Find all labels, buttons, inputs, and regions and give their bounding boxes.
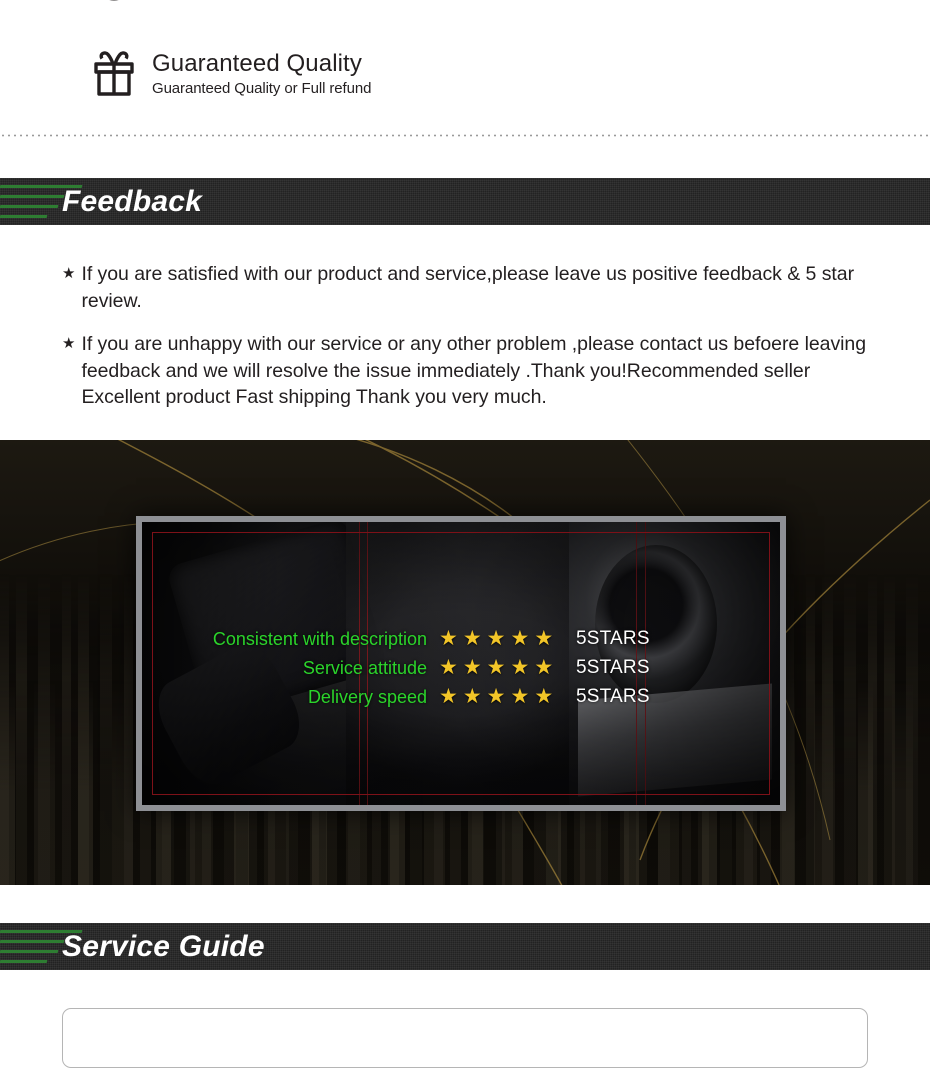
rating-value: 5STARS — [576, 628, 650, 649]
rating-list: Consistent with description ★ ★ ★ ★ ★ 5STARS… — [142, 627, 780, 714]
star-bullet-icon: ★ — [62, 265, 76, 282]
service-guide-heading: Service Guide — [62, 930, 265, 963]
rating-row: Delivery speed ★ ★ ★ ★ ★ 5STARS — [142, 685, 780, 709]
feedback-item-text: If you are satisfied with our product an… — [81, 263, 855, 312]
service-guide-box — [62, 1008, 868, 1068]
service-guide-section-header: Service Guide — [0, 923, 930, 970]
rating-label: Delivery speed — [307, 687, 427, 707]
rating-row: Service attitude ★ ★ ★ ★ ★ 5STARS — [142, 656, 780, 680]
service-guide-body — [0, 970, 930, 1068]
dotted-divider — [0, 134, 930, 137]
rating-stars-icon: ★ ★ ★ ★ ★ — [439, 656, 554, 679]
gift-box-icon — [88, 48, 140, 104]
feedback-section-header: Feedback — [0, 178, 930, 225]
photo-frame-inner: Consistent with description ★ ★ ★ ★ ★ 5STARS… — [142, 522, 780, 805]
rating-value: 5STARS — [576, 686, 650, 707]
rating-banner: Consistent with description ★ ★ ★ ★ ★ 5STARS… — [0, 440, 930, 885]
service-icons-block: Return any product,only those in perfect… — [0, 0, 930, 135]
service-item-quality: Guaranteed Quality Guaranteed Quality or… — [88, 48, 371, 104]
feedback-body: ★ If you are satisfied with our product … — [0, 225, 930, 440]
feedback-heading: Feedback — [62, 185, 202, 218]
star-bullet-icon: ★ — [62, 335, 76, 352]
service-item-quality-subtitle: Guaranteed Quality or Full refund — [152, 80, 372, 97]
return-circle-icon — [88, 0, 140, 26]
feedback-item: ★ If you are unhappy with our service or… — [62, 331, 877, 411]
rating-stars-icon: ★ ★ ★ ★ ★ — [439, 685, 554, 708]
rating-label: Consistent with description — [212, 629, 427, 649]
rating-stars-icon: ★ ★ ★ ★ ★ — [439, 627, 554, 650]
service-item-quality-title: Guaranteed Quality — [152, 50, 362, 77]
rating-value: 5STARS — [576, 657, 650, 678]
service-item-return: Return any product,only those in perfect… — [88, 0, 477, 26]
feedback-item-text: If you are unhappy with our service or a… — [81, 333, 867, 408]
rating-row: Consistent with description ★ ★ ★ ★ ★ 5STARS — [142, 627, 780, 651]
rating-label: Service attitude — [302, 658, 427, 678]
photo-frame: Consistent with description ★ ★ ★ ★ ★ 5STARS… — [136, 516, 786, 811]
feedback-item: ★ If you are satisfied with our product … — [62, 261, 877, 314]
